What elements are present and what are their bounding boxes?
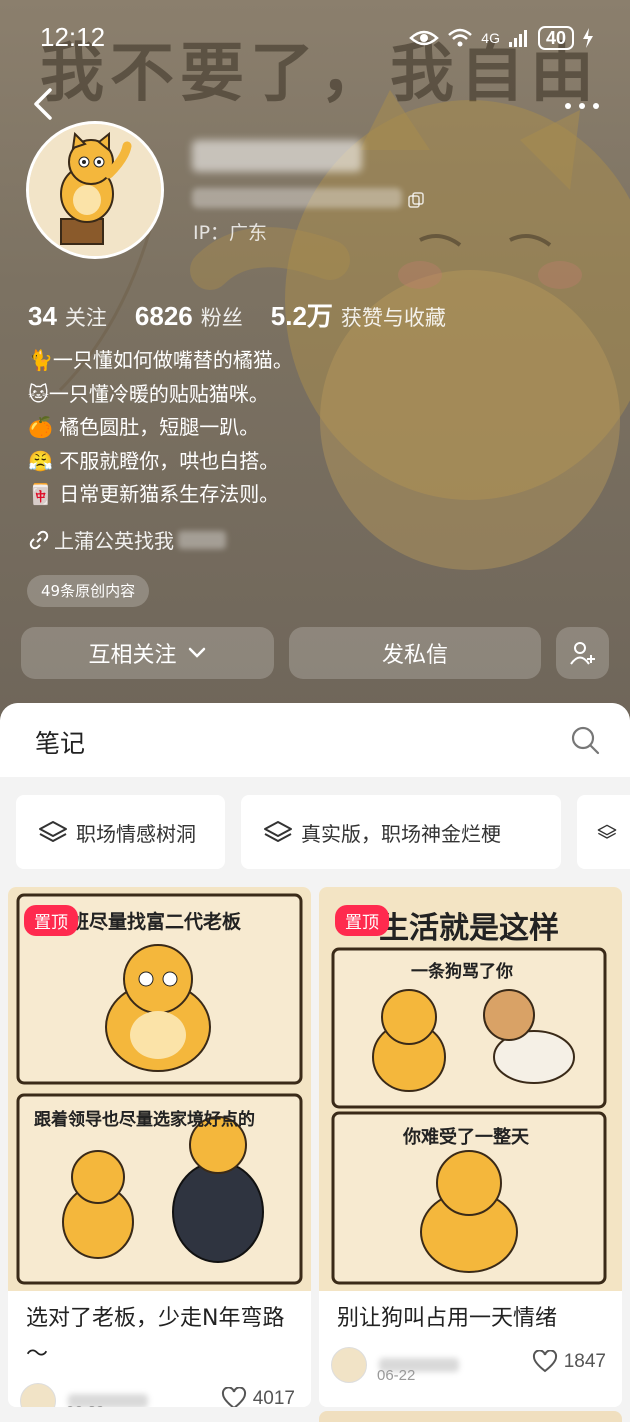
bio-line: 😤 不服就瞪你，哄也白搭。: [28, 448, 280, 473]
layers-icon: [39, 821, 67, 842]
pinned-badge: 置顶: [335, 905, 389, 936]
comic-caption: 你难受了一整天: [403, 1127, 529, 1148]
status-time: 12:12: [40, 22, 106, 52]
heart-icon: [221, 1387, 246, 1407]
chevron-left-icon: [34, 88, 52, 120]
bio-line: 🐈一只懂如何做嘴替的橘猫。: [28, 348, 293, 372]
more-dots-icon: [565, 103, 599, 109]
signal-icon: [508, 30, 527, 47]
like-button[interactable]: 1847: [532, 1350, 606, 1374]
collections-row: 职场情感树洞 真实版，职场神金烂梗: [16, 795, 630, 869]
layers-icon: [597, 824, 617, 839]
external-link[interactable]: 上蒲公英找我: [28, 525, 226, 554]
link-icon: [29, 530, 49, 549]
profile-bio: 🐈一只懂如何做嘴替的橘猫。 🐱一只懂冷暖的贴贴猫咪。 🍊 橘色圆肚，短腿一趴。 …: [28, 344, 293, 512]
message-label: 发私信: [381, 643, 448, 668]
note-cover-image: 生活就是这样 一条狗骂了你 你难受了一整天: [319, 887, 622, 1291]
like-button[interactable]: 4017: [221, 1387, 295, 1407]
comic-caption: 班尽量找富二代老板: [70, 911, 242, 933]
status-bar: 12:12 4G 40: [0, 0, 630, 78]
note-title: 选对了老板，少走N年弯路～: [26, 1306, 285, 1367]
user-id-redacted: [192, 188, 402, 208]
wifi-icon: [448, 28, 473, 47]
notes-header: 笔记: [0, 703, 630, 777]
note-date: 06-22: [377, 1367, 416, 1384]
original-content-badge[interactable]: 49条原创内容: [27, 575, 150, 607]
network-type: 4G: [481, 30, 500, 46]
link-name-redacted: [178, 530, 226, 549]
note-card-partial[interactable]: [319, 1411, 622, 1422]
send-message-button[interactable]: 发私信: [289, 627, 541, 679]
chevron-down-icon: [188, 647, 205, 658]
tab-notes[interactable]: 笔记: [35, 724, 85, 760]
collection-label: 职场情感树洞: [76, 821, 196, 846]
mutual-follow-button[interactable]: 互相关注: [21, 627, 274, 679]
author-avatar: [20, 1383, 56, 1407]
comic-caption: 一条狗骂了你: [411, 962, 513, 982]
charging-icon: [583, 28, 593, 48]
layers-icon: [264, 821, 292, 842]
stat-followers[interactable]: 6826 粉丝: [135, 301, 243, 332]
note-card[interactable]: 班尽量找富二代老板 跟着领导也尽量选家境好点的 置顶 选对了老板，少走N年弯路～…: [8, 887, 311, 1407]
more-button[interactable]: [562, 98, 602, 114]
collection-label: 真实版，职场神金烂梗: [301, 821, 501, 846]
eye-icon: [409, 30, 440, 46]
avatar[interactable]: [26, 121, 164, 259]
bio-line: 🐱一只懂冷暖的贴贴猫咪。: [28, 381, 269, 406]
collection-item[interactable]: 真实版，职场神金烂梗: [241, 795, 561, 869]
notes-panel: 笔记 职场情感树洞 真实版，职场神金烂梗 班尽量找富二代老板 跟着领导也尽量选家…: [0, 703, 630, 1422]
add-friend-button[interactable]: [556, 627, 609, 679]
comic-illustration: [331, 947, 607, 1285]
comic-caption: 跟着领导也尽量选家境好点的: [34, 1110, 255, 1130]
comic-illustration: [16, 893, 303, 1285]
note-card[interactable]: 生活就是这样 一条狗骂了你 你难受了一整天 置顶 别让狗叫占用一天情绪 06-2…: [319, 887, 622, 1407]
note-title: 别让狗叫占用一天情绪: [337, 1306, 558, 1331]
collection-item[interactable]: [577, 795, 630, 869]
comic-caption: 生活就是这样: [379, 911, 559, 946]
heart-icon: [532, 1350, 557, 1373]
copy-icon[interactable]: [408, 192, 424, 208]
back-button[interactable]: [26, 84, 66, 124]
like-count: 4017: [252, 1388, 295, 1407]
pinned-badge: 置顶: [24, 905, 78, 936]
stat-following[interactable]: 34 关注: [28, 301, 107, 332]
bio-line: 🀄 日常更新猫系生存法则。: [28, 482, 280, 506]
battery-indicator: 40: [537, 26, 574, 50]
bio-line: 🍊 橘色圆肚，短腿一趴。: [28, 415, 260, 439]
note-date: 06-29: [66, 1403, 104, 1407]
username-redacted: [192, 140, 362, 172]
author-avatar: [331, 1347, 367, 1383]
follow-label: 互相关注: [88, 643, 177, 668]
status-icons: 4G 40: [409, 26, 594, 50]
search-icon[interactable]: [570, 725, 600, 755]
add-user-icon: [569, 642, 595, 665]
note-cover-image: 班尽量找富二代老板 跟着领导也尽量选家境好点的: [8, 887, 311, 1291]
stat-likes-collects[interactable]: 5.2万 获赞与收藏: [271, 296, 446, 333]
ip-location: IP：广东: [193, 222, 268, 244]
profile-stats: 34 关注 6826 粉丝 5.2万 获赞与收藏: [28, 296, 446, 333]
like-count: 1847: [563, 1351, 606, 1372]
cat-avatar-illustration: [29, 124, 161, 256]
link-label: 上蒲公英找我: [54, 529, 174, 553]
collection-item[interactable]: 职场情感树洞: [16, 795, 225, 869]
